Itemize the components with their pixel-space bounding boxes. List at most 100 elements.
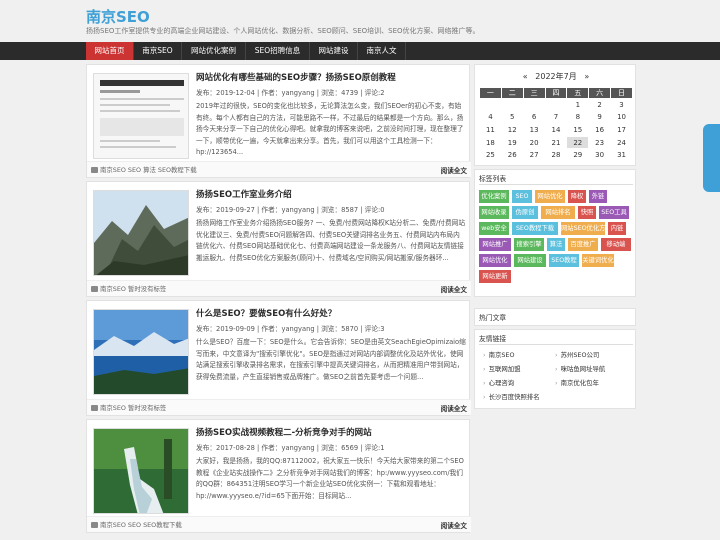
read-more-link[interactable]: 阅读全文 [441, 165, 467, 175]
tag-item[interactable]: 关键词优化 [582, 254, 614, 267]
widget-title: 热门文章 [479, 314, 507, 322]
calendar-day[interactable]: 20 [522, 135, 546, 150]
calendar-day[interactable]: 23 [588, 135, 612, 150]
post-thumbnail[interactable] [93, 73, 189, 159]
calendar-day[interactable]: 11 [479, 123, 502, 137]
calendar-day[interactable]: 9 [588, 110, 612, 125]
calendar-day[interactable]: 13 [522, 123, 546, 137]
calendar-day[interactable]: 24 [610, 135, 633, 150]
post-thumbnail[interactable] [93, 190, 189, 276]
post-title[interactable]: 扬扬SEO实战视频教程二-分析竞争对手的网站 [196, 426, 372, 438]
calendar-day[interactable]: 29 [566, 148, 590, 162]
nav-item-cases[interactable]: 网站优化案例 [182, 42, 246, 60]
friend-link[interactable]: 南京优化包年 [555, 378, 599, 387]
calendar-day[interactable]: 12 [500, 123, 524, 137]
calendar-day[interactable]: 8 [566, 110, 590, 125]
read-more-link[interactable]: 阅读全文 [441, 403, 467, 413]
tag-item[interactable]: 搜索引擎 [514, 238, 544, 251]
tag-item[interactable]: web安全 [479, 222, 509, 235]
tag-item[interactable]: SEO [512, 190, 532, 203]
tag-item[interactable]: 内链 [608, 222, 626, 235]
calendar-day[interactable]: 10 [610, 110, 633, 125]
tag-item[interactable]: 网站排名 [541, 206, 575, 219]
calendar-day[interactable]: 17 [610, 123, 633, 137]
friend-link[interactable]: 咪咕鱼网址导航 [555, 364, 606, 373]
tag-item[interactable]: SEO工具 [599, 206, 629, 219]
nav-item-jobs[interactable]: SEO招聘信息 [246, 42, 310, 60]
tag-item[interactable]: 网站收录 [479, 206, 509, 219]
tag-item[interactable]: 快照 [578, 206, 596, 219]
tag-item[interactable]: 降权 [568, 190, 586, 203]
tag-item[interactable]: SEO教程下载 [512, 222, 558, 235]
read-more-link[interactable]: 阅读全文 [441, 284, 467, 294]
calendar-weekday: 二 [500, 87, 524, 99]
calendar-day[interactable]: 14 [544, 123, 568, 137]
post-footer: 南京SEO 暂时没有标签 阅读全文 [87, 280, 471, 296]
folder-icon [91, 167, 98, 173]
post-footer: 南京SEO SEO 算法 SEO教程下载 阅读全文 [87, 161, 471, 177]
tag-item[interactable]: 外链 [589, 190, 607, 203]
friend-link[interactable]: 互联网加盟 [483, 364, 521, 373]
post-tags[interactable]: 南京SEO SEO 算法 SEO教程下载 [91, 165, 197, 174]
tag-item[interactable]: SEO教程 [549, 254, 579, 267]
tag-item[interactable]: 网站更新 [479, 270, 511, 283]
calendar-day[interactable]: 22 [566, 135, 590, 150]
calendar-day[interactable]: 7 [544, 110, 568, 125]
calendar-day[interactable]: 19 [500, 135, 524, 150]
tag-item[interactable]: 网站优化 [535, 190, 565, 203]
post-title[interactable]: 扬扬SEO工作室业务介绍 [196, 188, 292, 200]
calendar-day[interactable]: 26 [500, 148, 524, 162]
calendar-day[interactable]: 15 [566, 123, 590, 137]
nav-item-culture[interactable]: 南京人文 [358, 42, 406, 60]
tag-item[interactable]: 网站优化 [479, 254, 511, 267]
nav-item-nanjing-seo[interactable]: 南京SEO [134, 42, 182, 60]
post-thumbnail[interactable] [93, 309, 189, 395]
tag-item[interactable]: 百度推广 [568, 238, 598, 251]
site-title[interactable]: 南京SEO [86, 6, 150, 27]
read-more-link[interactable]: 阅读全文 [441, 520, 467, 530]
post-meta: 发布：2019-12-04 | 作者：yangyang | 浏览：4739 | … [196, 89, 385, 97]
tag-item[interactable]: 网站建设 [514, 254, 546, 267]
post-tags[interactable]: 南京SEO 暂时没有标签 [91, 403, 166, 412]
post-tags[interactable]: 南京SEO 暂时没有标签 [91, 284, 166, 293]
tags-widget: 标签列表 优化案例 SEO 网站优化 降权 外链 网站收录 伪原创 网站排名 快照 SEO工具 we… [474, 169, 636, 297]
calendar-next-button[interactable]: » [584, 72, 589, 81]
post-title[interactable]: 网站优化有哪些基础的SEO步骤？扬扬SEO原创教程 [196, 71, 396, 83]
calendar-weekday: 四 [544, 87, 568, 99]
post-title[interactable]: 什么是SEO？要做SEO有什么好处？ [196, 307, 336, 319]
floating-side-tab[interactable] [703, 124, 720, 192]
nav-item-website-build[interactable]: 网站建设 [310, 42, 358, 60]
post-meta: 发布：2019-09-09 | 作者：yangyang | 浏览：5870 | … [196, 325, 385, 333]
calendar-day[interactable]: 21 [544, 135, 568, 150]
calendar-day[interactable]: 27 [522, 148, 546, 162]
calendar-day[interactable]: 25 [479, 148, 502, 162]
calendar-day[interactable]: 4 [479, 110, 502, 125]
tag-item[interactable]: 网站推广 [479, 238, 511, 251]
post-thumbnail[interactable] [93, 428, 189, 514]
calendar-day[interactable]: 5 [500, 110, 524, 125]
calendar-day[interactable]: 31 [610, 148, 633, 162]
calendar-prev-button[interactable]: « [523, 72, 528, 81]
calendar-day[interactable]: 6 [522, 110, 546, 125]
friend-link[interactable]: 苏州SEO公司 [555, 350, 600, 359]
calendar-day[interactable]: 30 [588, 148, 612, 162]
friend-link[interactable]: 长沙百度快照排名 [483, 392, 540, 401]
tag-item[interactable]: 优化案例 [479, 190, 509, 203]
tag-item[interactable]: 网站SEO优化方案 [561, 222, 605, 235]
calendar-day[interactable]: 28 [544, 148, 568, 162]
calendar-table: 一二三四五六日 1 2 3 4 5 6 7 8 9 10 11 12 13 14 15 16 17 18 19 20 2… [479, 87, 633, 162]
calendar-day[interactable]: 3 [610, 98, 633, 112]
post-tags[interactable]: 南京SEO SEO SEO教程下载 [91, 520, 182, 529]
main-nav: 网站首页 南京SEO 网站优化案例 SEO招聘信息 网站建设 南京人文 [0, 42, 720, 60]
tag-item[interactable]: 伪原创 [512, 206, 538, 219]
calendar-day[interactable]: 1 [566, 98, 590, 112]
calendar-day[interactable]: 16 [588, 123, 612, 137]
calendar-weekday: 五 [566, 87, 590, 99]
friend-link[interactable]: 南京SEO [483, 350, 515, 359]
tag-item[interactable]: 算法 [547, 238, 565, 251]
calendar-day[interactable]: 18 [479, 135, 502, 150]
friend-link[interactable]: 心理咨询 [483, 378, 515, 387]
nav-item-home[interactable]: 网站首页 [86, 42, 134, 60]
tag-item[interactable]: 移动端 [601, 238, 631, 251]
calendar-day[interactable]: 2 [588, 98, 612, 112]
